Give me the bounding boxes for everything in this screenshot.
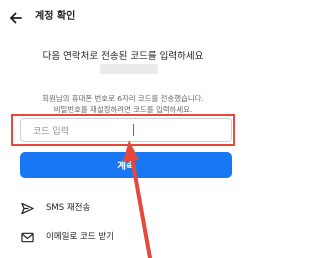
resend-sms-option[interactable]: SMS 재전송	[0, 197, 246, 219]
redacted-contact	[100, 64, 158, 74]
email-code-option[interactable]: 이메일로 코드 받기	[0, 226, 246, 248]
prompt-text: 다음 연락처로 전송된 코드를 입력하세요	[42, 51, 204, 62]
description-line-1: 회원님의 휴대폰 번호로 6자리 코드를 전송했습니다.	[42, 94, 204, 103]
back-arrow-icon[interactable]	[8, 10, 24, 26]
app-header: 계정 확인	[0, 0, 246, 36]
send-icon	[21, 202, 34, 214]
highlight-box	[11, 114, 235, 146]
email-code-label: 이메일로 코드 받기	[46, 232, 114, 242]
continue-button[interactable]: 계속	[20, 152, 232, 178]
mail-icon	[21, 232, 34, 242]
page-title: 계정 확인	[35, 11, 76, 22]
resend-sms-label: SMS 재전송	[46, 203, 91, 213]
description: 회원님의 휴대폰 번호로 6자리 코드를 전송했습니다. 비밀번호를 재설정하려…	[8, 93, 238, 115]
